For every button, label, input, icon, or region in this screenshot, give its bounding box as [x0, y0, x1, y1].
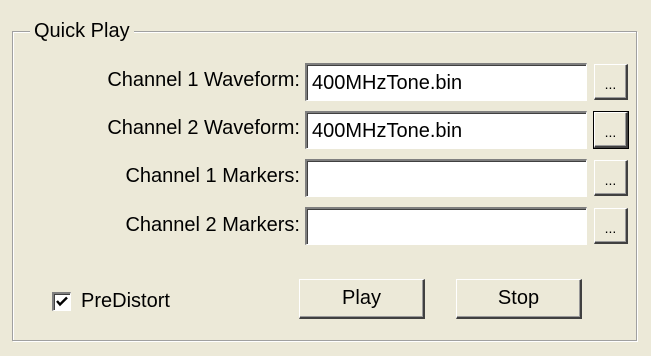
- channel-2-markers-browse-button[interactable]: ...: [594, 208, 628, 244]
- channel-2-waveform-browse-button[interactable]: ...: [593, 111, 629, 149]
- channel-2-markers-label: Channel 2 Markers:: [125, 214, 300, 236]
- groupbox-title: Quick Play: [30, 20, 134, 42]
- stop-button[interactable]: Stop: [456, 279, 582, 319]
- channel-1-markers-browse-button[interactable]: ...: [594, 160, 628, 196]
- channel-1-waveform-browse-button[interactable]: ...: [594, 64, 628, 100]
- channel-2-markers-field[interactable]: [305, 207, 587, 245]
- channel-2-waveform-label: Channel 2 Waveform:: [107, 117, 300, 139]
- channel-1-waveform-label: Channel 1 Waveform:: [107, 69, 300, 91]
- channel-2-waveform-field[interactable]: 400MHzTone.bin: [305, 111, 587, 149]
- checkmark-icon: [56, 296, 68, 307]
- play-button[interactable]: Play: [299, 279, 425, 319]
- quick-play-panel: Quick Play Channel 1 Waveform: 400MHzTon…: [0, 0, 651, 356]
- channel-1-markers-label: Channel 1 Markers:: [125, 165, 300, 187]
- predistort-label[interactable]: PreDistort: [81, 289, 170, 313]
- predistort-checkbox[interactable]: [52, 292, 71, 311]
- channel-1-waveform-field[interactable]: 400MHzTone.bin: [305, 63, 587, 101]
- channel-1-markers-field[interactable]: [305, 159, 587, 197]
